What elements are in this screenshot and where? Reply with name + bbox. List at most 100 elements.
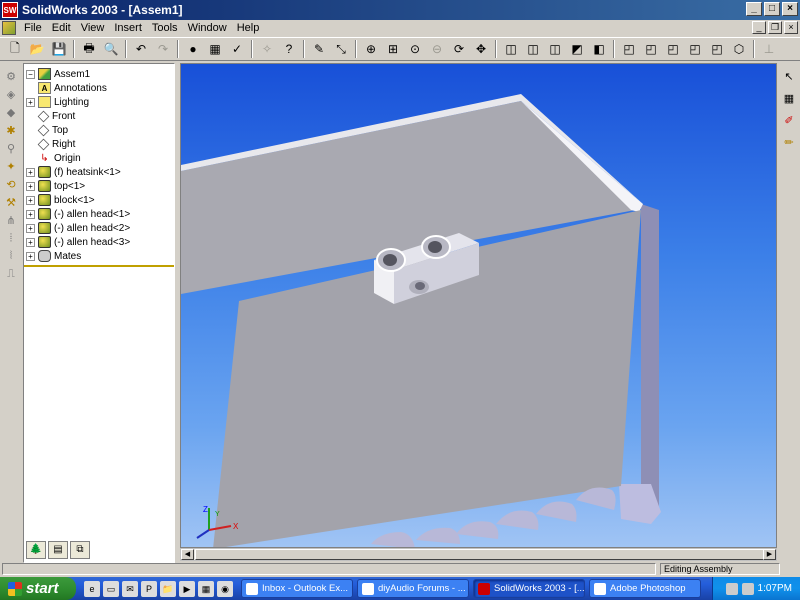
menu-insert[interactable]: Insert <box>109 22 147 34</box>
network-icon[interactable] <box>725 582 738 595</box>
calculator-icon[interactable]: ▦ <box>198 580 214 597</box>
expand-icon[interactable]: + <box>26 209 35 219</box>
tree-item[interactable]: + block<1> <box>26 193 174 207</box>
change-suppression-icon[interactable]: ◆ <box>3 106 19 120</box>
front-view-icon[interactable]: ◰ <box>620 40 638 58</box>
zoom-selection-icon[interactable]: ⊖ <box>428 40 446 58</box>
hidden-lines-removed-icon[interactable]: ◫ <box>546 40 564 58</box>
doc-close-button[interactable]: × <box>784 21 798 34</box>
volume-icon[interactable] <box>741 582 754 595</box>
smart-fasteners-icon[interactable]: ⚒ <box>3 196 19 210</box>
undo-icon[interactable]: ↶ <box>132 40 150 58</box>
right-view-icon[interactable]: ◰ <box>686 40 704 58</box>
grid-icon[interactable]: ▦ <box>781 92 797 108</box>
shaded-icon[interactable]: ◧ <box>590 40 608 58</box>
print-preview-icon[interactable]: 🔍 <box>102 40 120 58</box>
maximize-button[interactable]: □ <box>764 2 780 16</box>
tab-configuration-manager[interactable]: ⧉ <box>70 541 90 559</box>
options-icon[interactable]: ✓ <box>228 40 246 58</box>
menu-window[interactable]: Window <box>183 22 232 34</box>
tab-feature-manager[interactable]: 🌲 <box>26 541 46 559</box>
scroll-left-icon[interactable]: ◀ <box>181 549 194 560</box>
normal-to-icon[interactable]: ⊥ <box>760 40 778 58</box>
top-view-icon[interactable]: ◰ <box>708 40 726 58</box>
measure-icon[interactable]: ✐ <box>781 114 797 130</box>
menu-edit[interactable]: Edit <box>47 22 76 34</box>
tree-item[interactable]: + top<1> <box>26 179 174 193</box>
move-component-icon[interactable]: ✦ <box>3 160 19 174</box>
tree-item[interactable]: + (-) allen head<1> <box>26 207 174 221</box>
collision-icon[interactable]: ⦙ <box>3 232 19 246</box>
tree-item[interactable]: + (f) heatsink<1> <box>26 165 174 179</box>
tab-property-manager[interactable]: ▤ <box>48 541 68 559</box>
menu-file[interactable]: File <box>19 22 47 34</box>
pan-icon[interactable]: ✥ <box>472 40 490 58</box>
rebuild-icon[interactable]: ✧ <box>258 40 276 58</box>
taskbar-item-photoshop[interactable]: Adobe Photoshop <box>589 579 701 598</box>
expand-icon[interactable]: + <box>26 167 35 177</box>
folder-icon[interactable]: 📁 <box>160 580 176 597</box>
hide-show-icon[interactable]: ◈ <box>3 88 19 102</box>
tree-item[interactable]: + Mates <box>26 249 174 263</box>
shaded-with-edges-icon[interactable]: ◩ <box>568 40 586 58</box>
tree-item[interactable]: Right <box>26 137 174 151</box>
wireframe-icon[interactable]: ◫ <box>502 40 520 58</box>
open-icon[interactable]: 📂 <box>28 40 46 58</box>
tree-item[interactable]: A Annotations <box>26 81 174 95</box>
edit-sketch-icon[interactable]: ✏ <box>781 136 797 152</box>
zoom-in-out-icon[interactable]: ⊙ <box>406 40 424 58</box>
expand-icon[interactable]: + <box>26 237 35 247</box>
horizontal-scrollbar[interactable]: ◀ ▶ <box>180 548 777 561</box>
clock[interactable]: 1:07PM <box>758 583 792 594</box>
insert-component-icon[interactable]: ⚙ <box>3 70 19 84</box>
isometric-view-icon[interactable]: ⬡ <box>730 40 748 58</box>
rotate-component-icon[interactable]: ⟲ <box>3 178 19 192</box>
color-palette-icon[interactable]: ▦ <box>206 40 224 58</box>
select-icon[interactable]: ↖ <box>781 70 797 86</box>
tree-root[interactable]: − Assem1 <box>26 67 174 81</box>
taskbar-item-diyaudio[interactable]: diyAudio Forums - ... <box>357 579 469 598</box>
interference-icon[interactable]: ⦚ <box>3 250 19 264</box>
zoom-to-fit-icon[interactable]: ⊕ <box>362 40 380 58</box>
expand-icon[interactable]: + <box>26 181 35 191</box>
hidden-lines-visible-icon[interactable]: ◫ <box>524 40 542 58</box>
taskbar-item-solidworks[interactable]: SolidWorks 2003 - [... <box>473 579 585 598</box>
firefox-icon[interactable]: ◉ <box>217 580 233 597</box>
save-icon[interactable]: 💾 <box>50 40 68 58</box>
sketch-icon[interactable]: ✎ <box>310 40 328 58</box>
left-view-icon[interactable]: ◰ <box>664 40 682 58</box>
tree-item[interactable]: Top <box>26 123 174 137</box>
document-icon[interactable] <box>2 21 16 35</box>
internet-explorer-icon[interactable]: e <box>84 580 100 597</box>
print-icon[interactable]: 🖶 <box>80 40 98 58</box>
smart-dimension-icon[interactable]: ⤡ <box>332 40 350 58</box>
tree-item[interactable]: + (-) allen head<2> <box>26 221 174 235</box>
rotate-view-icon[interactable]: ⟳ <box>450 40 468 58</box>
menu-tools[interactable]: Tools <box>147 22 183 34</box>
exploded-view-icon[interactable]: ⋔ <box>3 214 19 228</box>
doc-restore-button[interactable]: ❐ <box>768 21 782 34</box>
solidworks-app-icon[interactable]: SW <box>2 2 18 18</box>
tree-item[interactable]: ↳ Origin <box>26 151 174 165</box>
taskbar-item-outlook[interactable]: Inbox - Outlook Ex... <box>241 579 353 598</box>
redo-icon[interactable]: ↷ <box>154 40 172 58</box>
tree-item[interactable]: + (-) allen head<3> <box>26 235 174 249</box>
model-view[interactable] <box>181 64 777 548</box>
doc-minimize-button[interactable]: _ <box>752 21 766 34</box>
expand-icon[interactable]: + <box>26 97 35 107</box>
photoshop-quick-icon[interactable]: P <box>141 580 157 597</box>
outlook-icon[interactable]: ✉ <box>122 580 138 597</box>
start-button[interactable]: start <box>0 577 76 600</box>
expand-icon[interactable]: + <box>26 251 35 261</box>
edit-part-icon[interactable]: ✱ <box>3 124 19 138</box>
menu-view[interactable]: View <box>76 22 110 34</box>
back-view-icon[interactable]: ◰ <box>642 40 660 58</box>
scroll-thumb[interactable] <box>195 549 765 560</box>
expand-icon[interactable]: + <box>26 223 35 233</box>
expand-icon[interactable]: + <box>26 195 35 205</box>
traffic-light-icon[interactable]: ● <box>184 40 202 58</box>
show-desktop-icon[interactable]: ▭ <box>103 580 119 597</box>
rollback-bar[interactable] <box>24 265 174 267</box>
menu-help[interactable]: Help <box>232 22 265 34</box>
media-player-icon[interactable]: ▶ <box>179 580 195 597</box>
